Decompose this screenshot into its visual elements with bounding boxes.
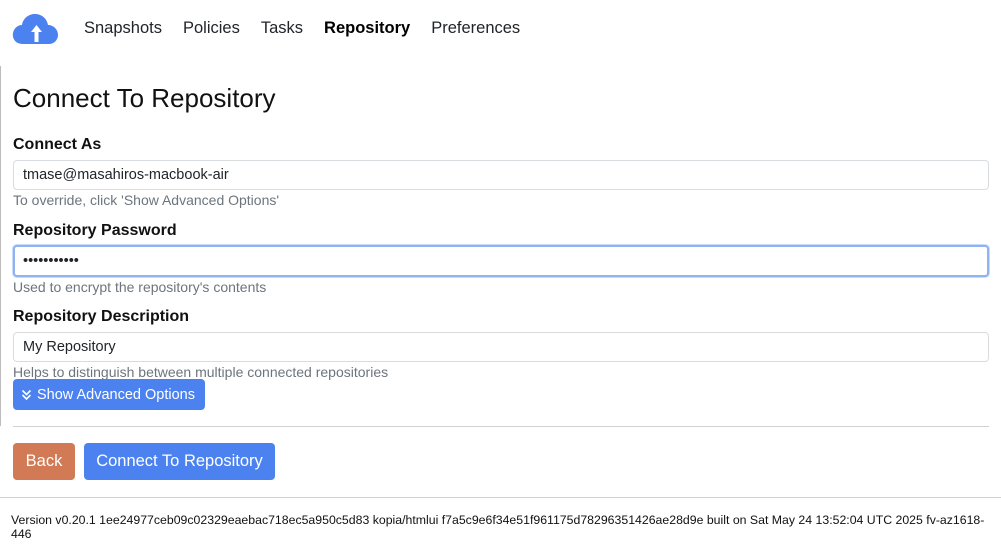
form-divider bbox=[13, 426, 989, 427]
nav-link-policies[interactable]: Policies bbox=[183, 17, 240, 39]
description-input[interactable] bbox=[13, 332, 989, 362]
description-label: Repository Description bbox=[13, 308, 190, 325]
password-help: Used to encrypt the repository's content… bbox=[13, 279, 267, 295]
version-footer: Version v0.20.1 1ee24977ceb09c02329eaeba… bbox=[11, 513, 985, 541]
left-edge-line bbox=[0, 66, 1, 426]
nav-link-tasks[interactable]: Tasks bbox=[261, 17, 303, 39]
nav-link-snapshots[interactable]: Snapshots bbox=[84, 17, 162, 39]
nav-links: Snapshots Policies Tasks Repository Pref… bbox=[84, 17, 541, 39]
back-button[interactable]: Back bbox=[13, 443, 75, 480]
nav-link-preferences[interactable]: Preferences bbox=[431, 17, 520, 39]
nav-link-repository[interactable]: Repository bbox=[324, 17, 410, 39]
connect-to-repository-button[interactable]: Connect To Repository bbox=[84, 443, 275, 480]
connect-as-help: To override, click 'Show Advanced Option… bbox=[13, 192, 280, 208]
cloud-upload-icon[interactable] bbox=[11, 12, 59, 46]
connect-as-input[interactable] bbox=[13, 160, 989, 190]
password-label: Repository Password bbox=[13, 222, 177, 239]
password-input[interactable] bbox=[13, 245, 989, 277]
footer-divider bbox=[0, 497, 1001, 498]
double-chevron-down-icon bbox=[21, 389, 32, 401]
page-title: Connect To Repository bbox=[13, 83, 276, 113]
connect-as-label: Connect As bbox=[13, 136, 102, 153]
navbar: Snapshots Policies Tasks Repository Pref… bbox=[0, 0, 1001, 58]
show-advanced-options-button[interactable]: Show Advanced Options bbox=[13, 379, 205, 410]
show-advanced-options-label: Show Advanced Options bbox=[37, 386, 195, 403]
